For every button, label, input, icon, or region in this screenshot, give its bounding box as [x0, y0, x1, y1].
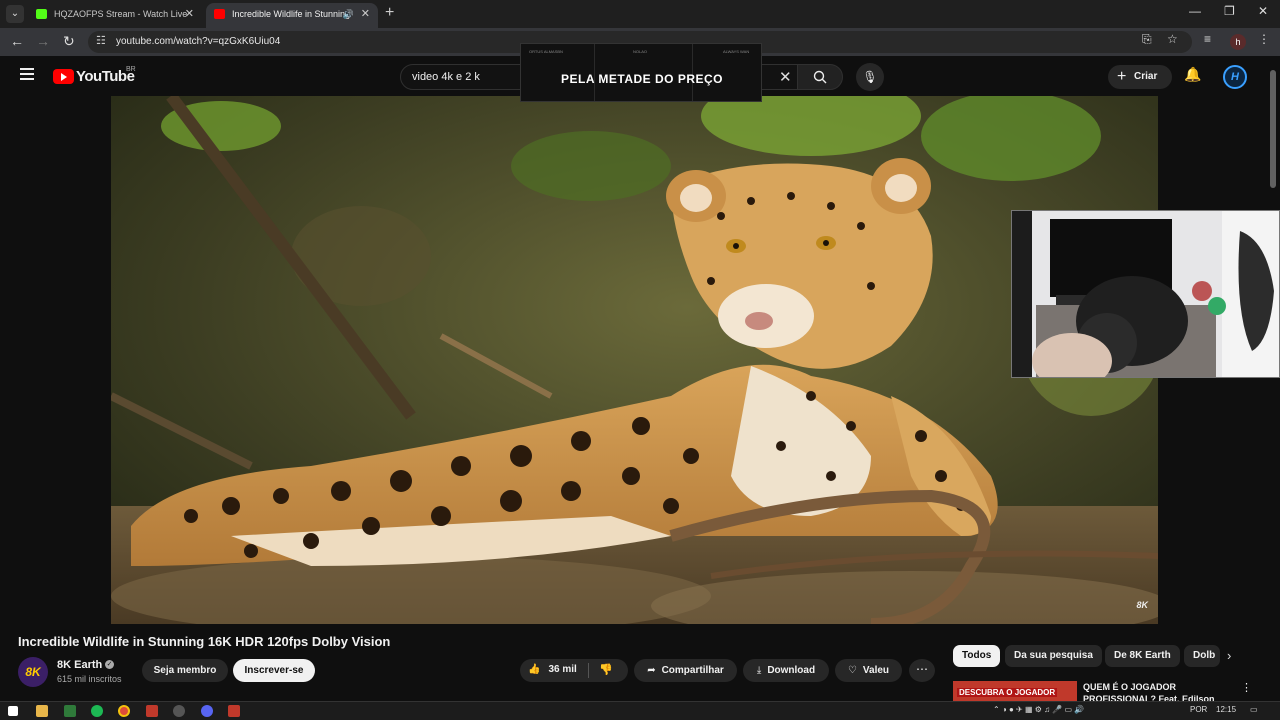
search-query-text: video 4k e 2 k	[412, 71, 480, 83]
browser-profile-avatar[interactable]: h	[1230, 34, 1246, 50]
youtube-favicon-icon	[214, 9, 225, 19]
bookmark-star-icon[interactable]: ☆	[1167, 32, 1178, 46]
create-button[interactable]: + Criar	[1108, 65, 1172, 89]
app-icon[interactable]	[146, 705, 158, 717]
new-tab-icon[interactable]: +	[385, 4, 394, 22]
thanks-heart-icon: ♡	[847, 665, 857, 676]
create-label: Criar	[1134, 71, 1158, 82]
chrome-icon[interactable]	[118, 705, 130, 717]
ad-small-text: NOLAO	[633, 49, 648, 54]
channel-avatar[interactable]: 8K	[18, 657, 48, 687]
subscribe-button[interactable]: Inscrever-se	[233, 659, 315, 682]
app-icon[interactable]	[173, 705, 185, 717]
hamburger-menu-icon[interactable]	[20, 68, 34, 80]
tab-title: HQZAOFPS Stream - Watch Live	[54, 9, 188, 19]
tray-icons[interactable]: ⌃ ◑ ● ✈ ▦ ⚙ ♫ 🎤 ▭ 🔊	[993, 705, 1084, 714]
search-button[interactable]	[797, 64, 843, 90]
like-button[interactable]: 👍 36 mil	[528, 664, 577, 675]
windows-start-icon[interactable]	[8, 706, 18, 716]
video-title: Incredible Wildlife in Stunning 16K HDR …	[18, 634, 391, 649]
browser-menu-icon[interactable]: ⋮	[1258, 32, 1270, 46]
back-arrow-icon[interactable]: ←	[10, 33, 24, 49]
chip-dolby[interactable]: Dolb	[1184, 645, 1220, 667]
overlay-ad-banner[interactable]: ORTUS ALMASBN NOLAO ALWAYS WAN PELA META…	[520, 43, 762, 102]
jaguar-video-frame	[111, 96, 1158, 624]
thumbs-up-icon: 👍	[528, 664, 541, 675]
notifications-bell-icon[interactable]: 🔔	[1184, 66, 1201, 83]
share-button[interactable]: ➦ Compartilhar	[634, 659, 737, 682]
window-close-icon[interactable]: ✕	[1258, 4, 1268, 18]
tab-youtube-video[interactable]: Incredible Wildlife in Stunning 🔊 ✕	[206, 3, 378, 28]
clear-search-icon[interactable]: ✕	[779, 68, 792, 86]
tab-search-menu-icon[interactable]: ⌄	[6, 5, 24, 23]
thumbs-down-icon: 👎	[599, 664, 613, 676]
file-explorer-icon[interactable]	[36, 705, 48, 717]
chip-from-channel[interactable]: De 8K Earth	[1105, 645, 1180, 667]
like-count: 36 mil	[548, 664, 577, 675]
browser-tab-bar: ⌄ HQZAOFPS Stream - Watch Live ✕ Incredi…	[0, 0, 1280, 28]
chevron-right-icon[interactable]: ›	[1227, 648, 1231, 663]
region-code: BR	[126, 66, 136, 73]
discord-icon[interactable]	[201, 705, 213, 717]
search-icon	[813, 70, 827, 84]
reload-icon[interactable]: ↻	[63, 33, 75, 50]
kick-favicon-icon	[36, 9, 47, 19]
dislike-button[interactable]: 👎	[599, 663, 613, 676]
ad-headline: PELA METADE DO PREÇO	[560, 72, 723, 86]
like-divider	[588, 663, 589, 678]
windows-taskbar: ⌃ ◑ ● ✈ ▦ ⚙ ♫ 🎤 ▭ 🔊 POR 12:15 ▭	[0, 701, 1280, 720]
thanks-label: Valeu	[862, 665, 890, 676]
tab-title: Incredible Wildlife in Stunning	[232, 9, 351, 19]
video-player[interactable]: 8K	[111, 96, 1158, 624]
webcam-overlay	[1011, 210, 1280, 378]
download-icon: ⤓	[756, 665, 762, 676]
thumbnail-text: DESCUBRA O JOGADOR	[957, 688, 1058, 697]
channel-name[interactable]: 8K Earth	[57, 659, 102, 671]
page-scrollbar[interactable]	[1270, 70, 1276, 188]
join-button[interactable]: Seja membro	[142, 659, 228, 682]
account-avatar[interactable]: H	[1223, 65, 1247, 89]
video-watermark: 8K	[1136, 600, 1148, 610]
like-dislike-group: 👍 36 mil 👎	[520, 659, 628, 682]
chip-all[interactable]: Todos	[953, 645, 1001, 667]
maximize-icon[interactable]: ❐	[1224, 4, 1235, 18]
webcam-feed-image	[1012, 211, 1279, 377]
download-label: Download	[767, 665, 816, 676]
spotify-icon[interactable]	[91, 705, 103, 717]
share-label: Compartilhar	[661, 665, 724, 676]
tab-close-icon[interactable]: ✕	[185, 3, 194, 25]
thanks-button[interactable]: ♡ Valeu	[835, 659, 902, 682]
app-icon[interactable]	[228, 705, 240, 717]
forward-arrow-icon[interactable]: →	[36, 33, 50, 49]
recommendation-menu-icon[interactable]: ⋮	[1241, 681, 1252, 694]
more-actions-button[interactable]: ⋯	[909, 659, 935, 682]
chip-from-search[interactable]: Da sua pesquisa	[1005, 645, 1102, 667]
voice-search-button[interactable]: 🎙	[856, 63, 884, 91]
microphone-icon: 🎙	[862, 70, 878, 84]
site-info-icon[interactable]: ☷	[96, 34, 106, 47]
verified-check-icon: ✓	[105, 660, 114, 669]
language-indicator[interactable]: POR	[1190, 705, 1207, 714]
clock[interactable]: 12:15	[1216, 705, 1236, 714]
subscriber-count: 615 mil inscritos	[57, 674, 122, 684]
url-text: youtube.com/watch?v=qzGxK6Uiu04	[116, 36, 281, 47]
speaker-icon[interactable]: 🔊	[343, 3, 354, 25]
download-button[interactable]: ⤓ Download	[743, 659, 829, 682]
plus-icon: +	[1117, 68, 1127, 85]
media-control-icon[interactable]: ≡	[1204, 32, 1211, 46]
ad-small-text: ORTUS ALMASBN	[529, 49, 563, 54]
share-arrow-icon: ➦	[647, 665, 656, 676]
youtube-logo-icon[interactable]	[53, 69, 74, 84]
ad-small-text: ALWAYS WAN	[723, 49, 750, 54]
install-app-icon[interactable]: ⎘	[1142, 32, 1152, 47]
tab-close-icon[interactable]: ✕	[361, 3, 370, 25]
notification-center-icon[interactable]: ▭	[1250, 705, 1258, 714]
minimize-icon[interactable]: —	[1189, 4, 1201, 18]
tab-hqzaofps[interactable]: HQZAOFPS Stream - Watch Live ✕	[28, 3, 202, 28]
recommendation-thumbnail[interactable]: DESCUBRA O JOGADOR	[953, 681, 1077, 701]
app-icon[interactable]	[64, 705, 76, 717]
